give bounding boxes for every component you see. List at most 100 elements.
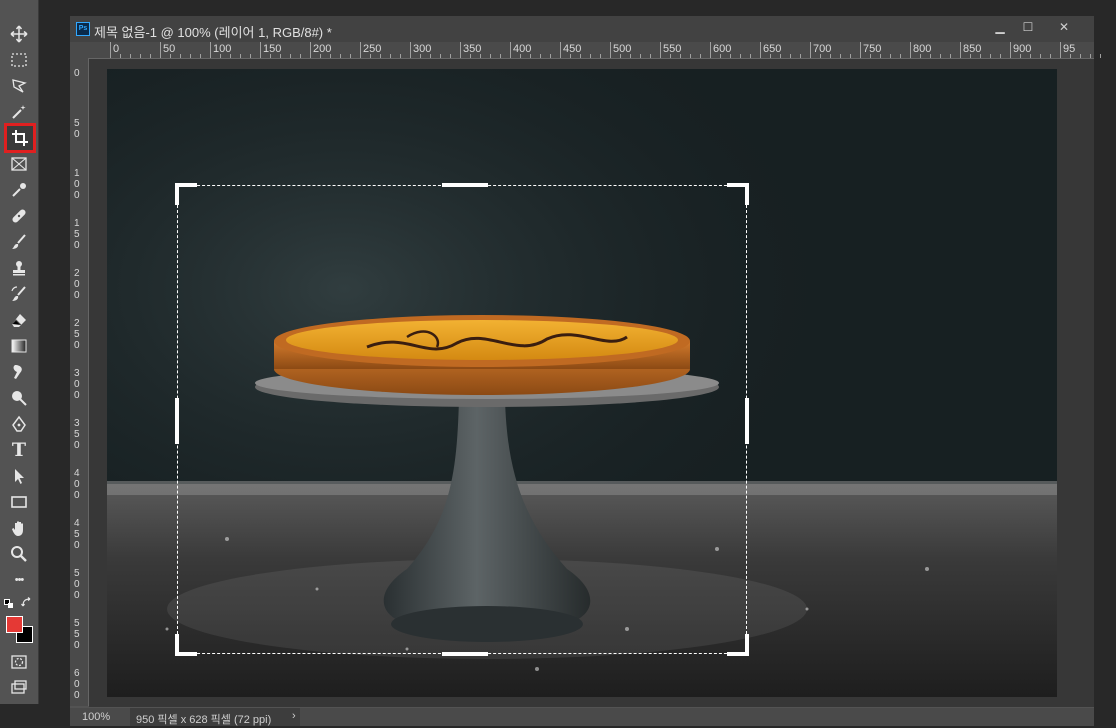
magic-wand-tool[interactable] <box>6 100 32 124</box>
ruler-minor-tick <box>190 54 191 58</box>
ruler-minor-tick <box>290 54 291 58</box>
type-tool[interactable]: T <box>6 438 32 462</box>
crop-handle-top-left-v[interactable] <box>175 183 179 205</box>
hand-icon <box>10 519 28 537</box>
eyedropper-icon <box>10 181 28 199</box>
ruler-label: 0 <box>74 590 80 601</box>
screen-mode-button[interactable] <box>6 676 32 700</box>
ruler-label: 0 <box>74 679 80 690</box>
ruler-label: 4 <box>74 518 80 529</box>
ruler-label: 5 <box>74 118 80 129</box>
crop-handle-right[interactable] <box>745 398 749 444</box>
quick-mask-button[interactable] <box>6 650 32 674</box>
ruler-tick <box>510 42 511 58</box>
ruler-minor-tick <box>780 54 781 58</box>
swap-colors-icon[interactable] <box>21 596 33 608</box>
path-select-tool[interactable] <box>6 464 32 488</box>
marquee-tool[interactable] <box>6 48 32 72</box>
ruler-minor-tick <box>1090 54 1091 58</box>
ruler-tick <box>260 42 261 58</box>
document-size-text: 950 픽셀 x 628 픽셀 (72 ppi) <box>136 714 272 726</box>
close-button[interactable]: ✕ <box>1042 16 1086 38</box>
ruler-minor-tick <box>640 54 641 58</box>
gradient-tool[interactable] <box>6 334 32 358</box>
ruler-minor-tick <box>790 54 791 58</box>
ruler-minor-tick <box>990 54 991 58</box>
minimize-button[interactable]: ▁ <box>986 16 1014 38</box>
ruler-minor-tick <box>450 54 451 58</box>
maximize-icon: ☐ <box>1022 20 1034 34</box>
stamp-tool[interactable] <box>6 256 32 280</box>
crop-handle-left[interactable] <box>175 398 179 444</box>
ruler-minor-tick <box>300 54 301 58</box>
shape-tool[interactable] <box>6 490 32 514</box>
ruler-minor-tick <box>340 54 341 58</box>
hand-tool[interactable] <box>6 516 32 540</box>
eyedropper-tool[interactable] <box>6 178 32 202</box>
eraser-tool[interactable] <box>6 308 32 332</box>
ruler-label: 0 <box>113 43 120 55</box>
ruler-label: 200 <box>313 43 332 55</box>
ruler-label: 5 <box>74 229 80 240</box>
ruler-minor-tick <box>490 54 491 58</box>
zoom-icon <box>10 545 28 563</box>
brush-tool[interactable] <box>6 230 32 254</box>
ruler-tick <box>760 42 761 58</box>
ruler-label: 0 <box>74 640 80 651</box>
document-tab[interactable]: Ps 제목 없음-1 @ 100% (레이어 1, RGB/8#) * ▁ ☐ … <box>70 16 1094 42</box>
zoom-level[interactable]: 100% <box>82 711 110 723</box>
move-tool[interactable] <box>6 22 32 46</box>
ruler-corner[interactable] <box>70 42 88 58</box>
ruler-tick <box>560 42 561 58</box>
crop-handle-top-right-v[interactable] <box>745 183 749 205</box>
healing-tool[interactable] <box>6 204 32 228</box>
quick-mask-icon <box>10 653 28 671</box>
status-chevron-icon[interactable]: › <box>292 710 296 722</box>
crop-tool[interactable] <box>4 123 36 153</box>
ruler-minor-tick <box>420 54 421 58</box>
stamp-icon <box>10 259 28 277</box>
ruler-minor-tick <box>750 54 751 58</box>
vertical-ruler[interactable]: 050100150200250300350400450500550600 <box>70 58 89 706</box>
dodge-tool[interactable] <box>6 386 32 410</box>
ruler-tick <box>310 42 311 58</box>
pasteboard[interactable] <box>89 59 1094 707</box>
crop-handle-top[interactable] <box>442 183 488 187</box>
crop-handle-bottom[interactable] <box>442 652 488 656</box>
ruler-minor-tick <box>620 54 621 58</box>
ruler-tick <box>810 42 811 58</box>
default-colors-icon[interactable] <box>4 596 14 608</box>
document-info[interactable]: 950 픽셀 x 628 픽셀 (72 ppi) <box>130 708 300 726</box>
ruler-label: 300 <box>413 43 432 55</box>
pen-tool[interactable] <box>6 412 32 436</box>
more-tools[interactable]: ••• <box>6 568 32 592</box>
ruler-minor-tick <box>890 54 891 58</box>
ruler-minor-tick <box>880 54 881 58</box>
ruler-label: 2 <box>74 268 80 279</box>
lasso-tool[interactable] <box>6 74 32 98</box>
ruler-label: 0 <box>74 290 80 301</box>
ruler-minor-tick <box>130 54 131 58</box>
horizontal-ruler[interactable]: 0 50 100 150 200 250 300 350 400 450 500 550 600 650 7… <box>88 42 1101 59</box>
ruler-label: 0 <box>74 279 80 290</box>
ruler-minor-tick <box>330 54 331 58</box>
maximize-button[interactable]: ☐ <box>1014 16 1042 38</box>
crop-handle-bottom-left-v[interactable] <box>175 634 179 656</box>
frame-tool[interactable] <box>6 152 32 176</box>
ruler-label: 250 <box>363 43 382 55</box>
zoom-tool[interactable] <box>6 542 32 566</box>
ruler-minor-tick <box>770 54 771 58</box>
ruler-minor-tick <box>1100 54 1101 58</box>
ruler-tick <box>360 42 361 58</box>
status-bar: 100% 950 픽셀 x 628 픽셀 (72 ppi) › <box>70 708 1094 726</box>
ruler-minor-tick <box>350 54 351 58</box>
foreground-color-swatch[interactable] <box>6 616 23 633</box>
ruler-minor-tick <box>520 54 521 58</box>
ruler-minor-tick <box>690 54 691 58</box>
blur-tool[interactable] <box>6 360 32 384</box>
crop-selection[interactable] <box>175 183 749 656</box>
magic-wand-icon <box>10 103 28 121</box>
history-brush-tool[interactable] <box>6 282 32 306</box>
ruler-minor-tick <box>730 54 731 58</box>
crop-handle-bottom-right-v[interactable] <box>745 634 749 656</box>
